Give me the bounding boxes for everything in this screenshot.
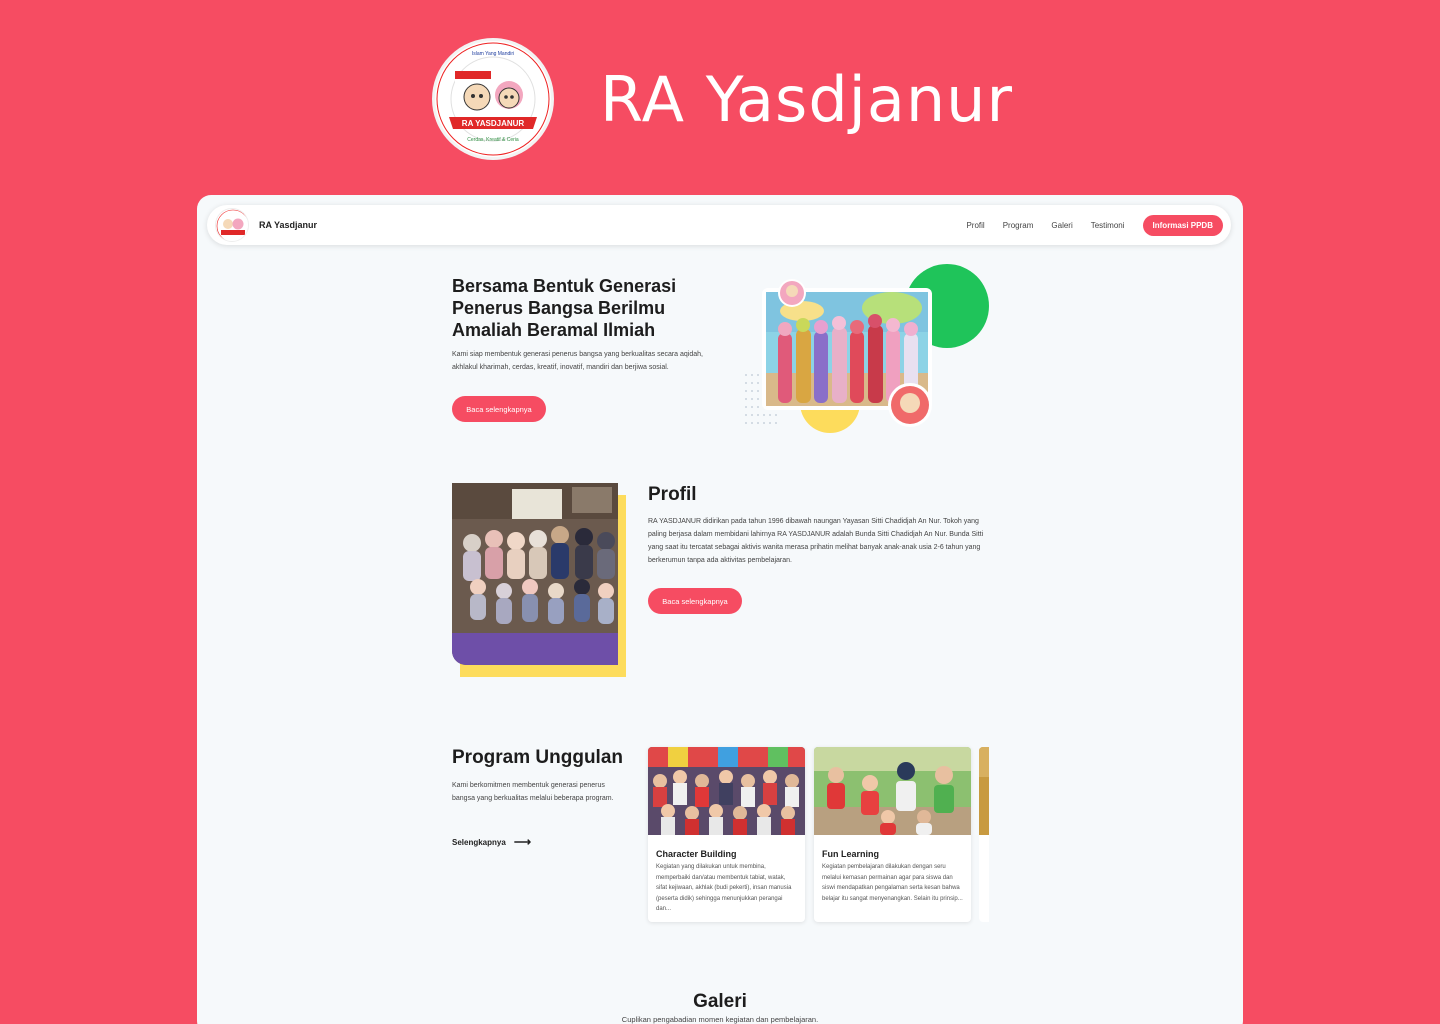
nav-links: Profil Program Galeri Testimoni Informas… xyxy=(948,214,1223,236)
card-photo-fun-learning xyxy=(814,747,971,835)
galeri-heading: Galeri xyxy=(693,991,747,1012)
nav-brand[interactable]: RA Yasdjanur xyxy=(259,220,317,230)
program-card-character-building[interactable]: Character Building Kegiatan yang dilakuk… xyxy=(648,747,805,922)
nav-link-galeri[interactable]: Galeri xyxy=(1051,221,1072,230)
card-description: Kegiatan pembelajaran dilakukan dengan s… xyxy=(822,864,963,902)
nav-link-testimoni[interactable]: Testimoni xyxy=(1091,221,1125,230)
logo-emblem-icon xyxy=(216,209,248,241)
program-more-label: Selengkapnya xyxy=(452,837,506,847)
program-card-fun-learning[interactable]: Fun Learning Kegiatan pembelajaran dilak… xyxy=(814,747,971,922)
profil-photo xyxy=(452,483,626,677)
svg-text:Cerdas, Kreatif & Ceria: Cerdas, Kreatif & Ceria xyxy=(467,137,519,143)
profil-heading: Profil xyxy=(648,484,697,505)
card-title: Fun Learning xyxy=(822,849,879,859)
nav-link-profil[interactable]: Profil xyxy=(966,221,984,230)
profil-photo-image xyxy=(452,483,626,677)
profil-read-more-button[interactable]: Baca selengkapnya xyxy=(648,588,742,614)
card-title: Character Building xyxy=(656,849,737,859)
hero-read-more-button[interactable]: Baca selengkapnya xyxy=(452,396,546,422)
program-card-next-peek[interactable] xyxy=(979,747,989,922)
hero-illustration xyxy=(742,263,992,433)
hero-photo-collage xyxy=(745,264,989,433)
brand-title: RA Yasdjanur xyxy=(600,62,1013,136)
logo-emblem-icon: RA YASDJANUR Cerdas, Kreatif & Ceria Isl… xyxy=(436,42,550,156)
card-photo-next xyxy=(979,747,989,835)
program-more-link[interactable]: Selengkapnya ⟶ xyxy=(452,835,531,849)
card-photo-character xyxy=(648,747,805,835)
svg-text:RA YASDJANUR: RA YASDJANUR xyxy=(462,119,525,128)
brand-header: RA YASDJANUR Cerdas, Kreatif & Ceria Isl… xyxy=(432,38,1013,160)
profil-text: RA YASDJANUR didirikan pada tahun 1996 d… xyxy=(648,518,984,564)
website-preview: RA Yasdjanur Profil Program Galeri Testi… xyxy=(197,195,1243,1024)
nav-logo[interactable] xyxy=(215,208,249,242)
program-heading: Program Unggulan xyxy=(452,747,624,768)
hero-heading: Bersama Bentuk Generasi Penerus Bangsa B… xyxy=(452,276,677,340)
navbar: RA Yasdjanur Profil Program Galeri Testi… xyxy=(207,205,1231,245)
svg-text:Islam Yang Mandiri: Islam Yang Mandiri xyxy=(472,51,514,57)
hero-text: Kami siap membentuk generasi penerus ban… xyxy=(452,351,703,371)
school-logo: RA YASDJANUR Cerdas, Kreatif & Ceria Isl… xyxy=(432,38,554,160)
nav-link-program[interactable]: Program xyxy=(1003,221,1034,230)
ppdb-info-button[interactable]: Informasi PPDB xyxy=(1142,214,1223,236)
galeri-subtitle: Cuplikan pengabadian momen kegiatan dan … xyxy=(621,1015,819,1024)
arrow-right-icon: ⟶ xyxy=(513,835,532,849)
program-text: Kami berkomitmen membentuk generasi pene… xyxy=(452,782,614,802)
card-description: Kegiatan yang dilakukan untuk membina, m… xyxy=(656,864,792,912)
